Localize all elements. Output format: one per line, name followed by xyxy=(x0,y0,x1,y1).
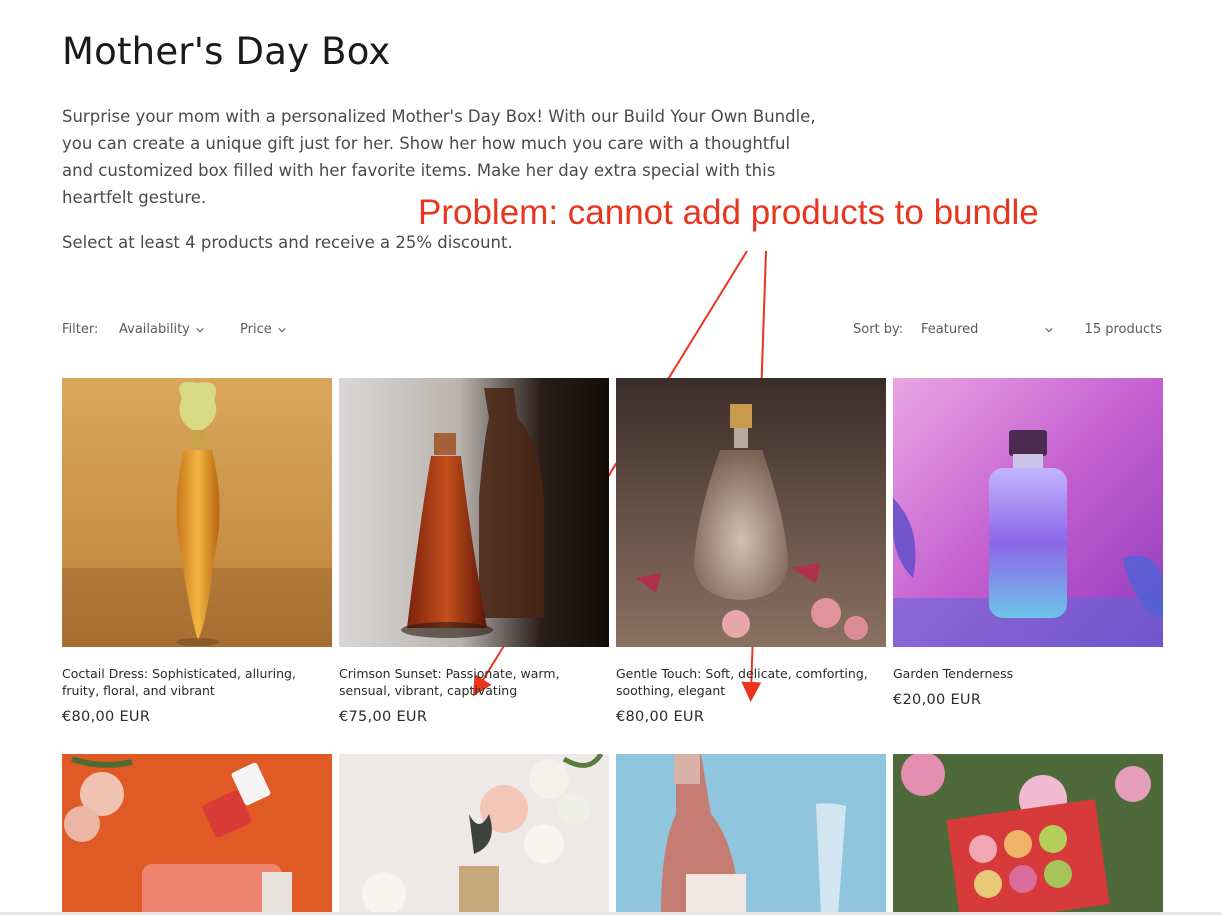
product-card[interactable] xyxy=(893,754,1163,915)
product-card[interactable]: Garden Tenderness €20,00 EUR xyxy=(893,378,1163,708)
page-title: Mother's Day Box xyxy=(62,30,391,73)
product-title[interactable]: Garden Tenderness xyxy=(893,665,1161,682)
filter-bar: Filter: Availability Price Sort by: Feat… xyxy=(62,322,1162,342)
price-filter[interactable]: Price xyxy=(240,322,286,337)
product-card[interactable] xyxy=(339,754,609,915)
chevron-down-icon xyxy=(1045,327,1053,332)
discount-note: Select at least 4 products and receive a… xyxy=(62,233,513,252)
product-image[interactable] xyxy=(616,378,886,647)
availability-filter[interactable]: Availability xyxy=(119,322,204,337)
product-card[interactable] xyxy=(616,754,886,915)
product-count: 15 products xyxy=(1084,322,1162,337)
product-price: €80,00 EUR xyxy=(616,709,705,725)
product-card[interactable]: Gentle Touch: Soft, delicate, comforting… xyxy=(616,378,886,725)
product-title[interactable]: Crimson Sunset: Passionate, warm, sensua… xyxy=(339,665,607,699)
product-card[interactable]: Coctail Dress: Sophisticated, alluring, … xyxy=(62,378,332,725)
product-image[interactable] xyxy=(62,754,332,915)
sort-label: Sort by: xyxy=(853,322,904,337)
product-image[interactable] xyxy=(62,378,332,647)
product-image[interactable] xyxy=(893,754,1163,915)
product-price: €75,00 EUR xyxy=(339,709,428,725)
annotation-text: Problem: cannot add products to bundle xyxy=(418,193,1039,232)
product-image[interactable] xyxy=(339,378,609,647)
product-image[interactable] xyxy=(339,754,609,915)
product-price: €20,00 EUR xyxy=(893,692,982,708)
availability-filter-label: Availability xyxy=(119,322,190,337)
product-card[interactable]: Crimson Sunset: Passionate, warm, sensua… xyxy=(339,378,609,725)
sort-select[interactable]: Featured xyxy=(921,322,1053,337)
product-price: €80,00 EUR xyxy=(62,709,151,725)
product-image[interactable] xyxy=(893,378,1163,647)
sort-select-value: Featured xyxy=(921,322,979,337)
product-card[interactable] xyxy=(62,754,332,915)
product-title[interactable]: Gentle Touch: Soft, delicate, comforting… xyxy=(616,665,884,699)
price-filter-label: Price xyxy=(240,322,272,337)
chevron-down-icon xyxy=(196,327,204,332)
filter-label: Filter: xyxy=(62,322,99,337)
product-image[interactable] xyxy=(616,754,886,915)
chevron-down-icon xyxy=(278,327,286,332)
product-title[interactable]: Coctail Dress: Sophisticated, alluring, … xyxy=(62,665,330,699)
